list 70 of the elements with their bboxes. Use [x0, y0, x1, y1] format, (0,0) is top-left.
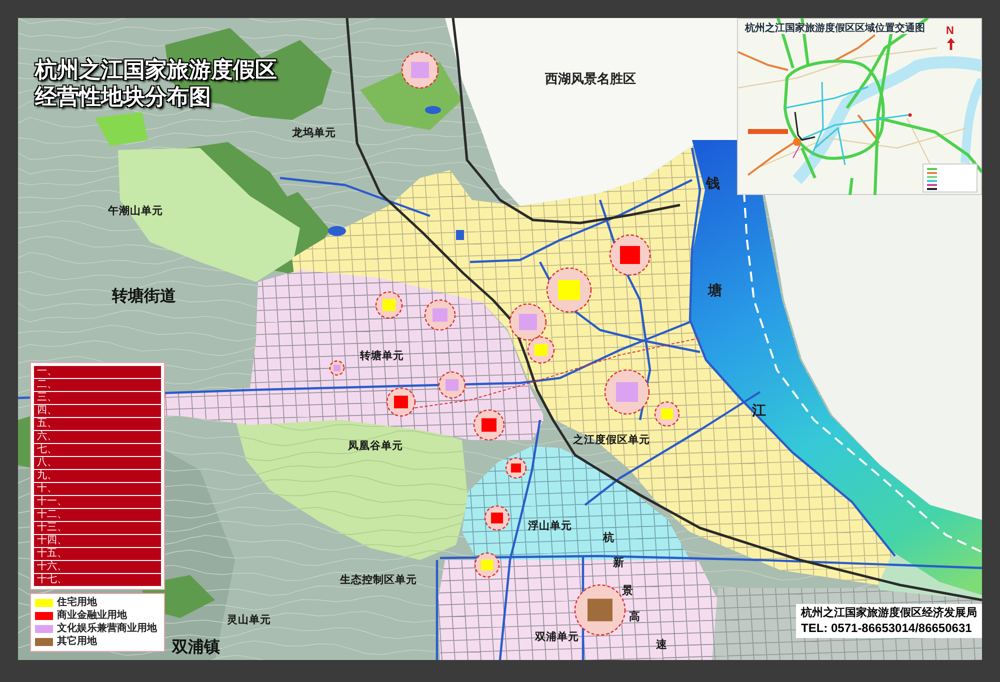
plot-legend-entry: 十三、 [34, 522, 161, 534]
plot-circle [546, 267, 592, 313]
plot-legend-entry: 一、 [34, 366, 161, 378]
plot-circle [604, 369, 650, 415]
river-name-label: 塘 [708, 285, 722, 299]
plot-circle [401, 51, 439, 89]
plot-legend-entry: 二、 [34, 379, 161, 391]
phone-text: TEL: 0571-86653014/86650631 [801, 621, 973, 636]
plot-legend-entry: 十、 [34, 483, 161, 495]
river-name-label: 江 [752, 405, 766, 419]
north-label: N [946, 26, 954, 37]
plot-circle [509, 303, 547, 341]
plot-legend-entry: 十二、 [34, 509, 161, 521]
map-label: 浮山单元 [528, 522, 572, 532]
plot-legend-entry: 六、 [34, 431, 161, 443]
legend-label: 文化娱乐兼营商业用地 [57, 623, 157, 635]
legend-label: 商业金融业用地 [57, 610, 127, 622]
plot-legend-entry: 七、 [34, 444, 161, 456]
plot-legend-entry: 十一、 [34, 496, 161, 508]
map-label: 生态控制区单元 [340, 576, 417, 586]
inset-map-title: 杭州之江国家旅游度假区区域位置交通图 [745, 24, 925, 34]
road-name-label: 景 [622, 586, 633, 597]
legend-label: 其它用地 [57, 636, 97, 648]
map-label: 龙坞单元 [292, 129, 336, 140]
plot-legend-entry: 九、 [34, 470, 161, 482]
agency-name-text: 杭州之江国家旅游度假区经济发展局 [801, 606, 977, 621]
map-label: 双浦镇 [172, 640, 220, 656]
road-name-label: 速 [656, 640, 667, 651]
plot-legend-entry: 十六、 [34, 561, 161, 573]
park-area [95, 112, 148, 146]
plot-circle [505, 457, 527, 479]
road-name-label: 高 [629, 612, 640, 623]
plot-legend-entry: 三、 [34, 392, 161, 404]
lake-area [328, 226, 346, 236]
point-marker-icon [908, 113, 912, 117]
river-name-label: 钱 [706, 178, 720, 192]
inset-legend-panel [922, 164, 978, 192]
map-label: 凤凰谷单元 [348, 442, 403, 452]
map-label: 双浦单元 [535, 633, 579, 644]
plot-circle [386, 387, 416, 417]
lake-area [456, 230, 464, 240]
road-name-label: 新 [613, 558, 624, 569]
location-marker-icon [793, 138, 801, 146]
plot-circle [473, 409, 505, 441]
map-label: 转塘街道 [112, 289, 176, 305]
plot-circle [474, 552, 500, 578]
map-label: 灵山单元 [227, 616, 271, 626]
map-label: 午潮山单元 [108, 207, 163, 218]
plot-circle [438, 371, 466, 399]
location-tag [748, 129, 788, 134]
plot-circle [424, 299, 456, 331]
map-label: 西湖风景名胜区 [545, 72, 636, 85]
lake-area [425, 106, 441, 114]
plot-legend-entry: 十五、 [34, 548, 161, 560]
plot-legend-entry: 四、 [34, 405, 161, 417]
plot-circle [375, 291, 403, 319]
plot-circle [484, 505, 510, 531]
plot-legend-entry: 十七、 [34, 574, 161, 586]
plot-circle [609, 234, 651, 276]
plot-circle [654, 401, 680, 427]
plot-legend-entry: 十四、 [34, 535, 161, 547]
plot-circle [329, 360, 345, 376]
plot-circle [527, 336, 555, 364]
road-name-label: 杭 [603, 533, 614, 544]
north-arrow-icon [947, 38, 955, 50]
legend-label: 住宅用地 [57, 597, 97, 609]
plot-legend-entry: 五、 [34, 418, 161, 430]
plot-legend-entry: 八、 [34, 457, 161, 469]
map-label: 之江度假区单元 [573, 436, 650, 446]
map-label: 转塘单元 [360, 352, 404, 362]
